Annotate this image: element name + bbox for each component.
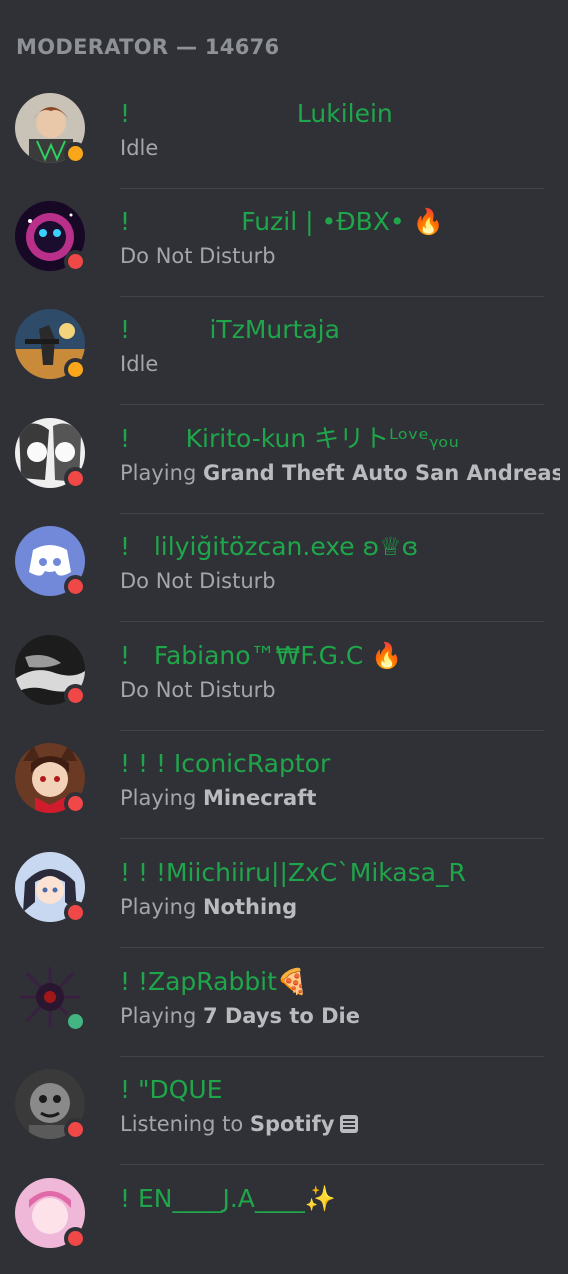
status-text: Playing [120, 461, 203, 485]
member-row[interactable]: ! Fabiano™₩F.G.C 🔥 Do Not Disturb [0, 623, 568, 731]
member-status: Idle [120, 133, 560, 163]
member-name: ! lilyiğitözcan.exe ʚ♕ɞ [120, 532, 419, 561]
member-status: Do Not Disturb [120, 566, 560, 596]
status-dnd-icon [64, 1227, 87, 1250]
status-dnd-icon [64, 684, 87, 707]
member-group-header: MODERATOR — 14676 [16, 35, 280, 59]
member-row[interactable]: ! ! !Miichiiru||ZxC`Mikasa_R Playing Not… [0, 840, 568, 948]
status-dnd-icon [64, 250, 87, 273]
member-status: Playing Minecraft [120, 783, 560, 813]
member-name: ! Lukilein [120, 99, 393, 128]
member-row[interactable]: ! Lukilein Idle [0, 81, 568, 189]
member-name: ! !ZapRabbit🍕 [120, 967, 309, 996]
activity-name: Nothing [202, 895, 298, 919]
divider [120, 621, 544, 622]
status-dnd-icon [64, 901, 87, 924]
status-online-icon [64, 1010, 87, 1033]
status-dnd-icon [64, 575, 87, 598]
activity-name: Grand Theft Auto San Andreas [202, 461, 560, 485]
member-name: ! ! !Miichiiru||ZxC`Mikasa_R [120, 858, 466, 887]
member-name: ! Fabiano™₩F.G.C 🔥 [120, 641, 403, 670]
member-status: Playing 7 Days to Die [120, 1001, 560, 1031]
member-name: ! EN____J.A____✨ [120, 1184, 337, 1213]
divider [120, 404, 544, 405]
member-row[interactable]: ! Kirito-kun キリトᴸᵒᵛᵉᵧₒᵤ Playing Grand Th… [0, 406, 568, 514]
member-name: ! iTzMurtaja [120, 315, 340, 344]
activity-name: 7 Days to Die [202, 1004, 360, 1028]
member-row[interactable]: ! lilyiğitözcan.exe ʚ♕ɞ Do Not Disturb [0, 514, 568, 622]
member-row[interactable]: ! "DQUE Listening to Spotify [0, 1057, 568, 1165]
member-row[interactable]: ! !ZapRabbit🍕 Playing 7 Days to Die [0, 949, 568, 1057]
member-status: Idle [120, 349, 560, 379]
member-status: Do Not Disturb [120, 241, 560, 271]
status-dnd-icon [64, 792, 87, 815]
member-row[interactable]: ! Fuzil | •ĐBX• 🔥 Do Not Disturb [0, 189, 568, 297]
status-text: Idle [120, 352, 159, 376]
member-row[interactable]: ! EN____J.A____✨ [0, 1166, 568, 1274]
member-name: ! Fuzil | •ĐBX• 🔥 [120, 207, 444, 236]
divider [120, 838, 544, 839]
document-icon [339, 1115, 358, 1133]
status-text: Playing [120, 895, 203, 919]
member-row[interactable]: ! iTzMurtaja Idle [0, 297, 568, 405]
member-status: Playing Nothing [120, 892, 560, 922]
status-dnd-icon [64, 467, 87, 490]
member-name: ! ! ! IconicRaptor [120, 749, 331, 778]
status-idle-icon [64, 358, 87, 381]
status-text: Do Not Disturb [120, 244, 276, 268]
status-text: Idle [120, 136, 159, 160]
status-text: Playing [120, 786, 203, 810]
member-status: Playing Grand Theft Auto San Andreas [120, 458, 560, 488]
activity-name: Spotify [249, 1112, 335, 1136]
divider [120, 947, 544, 948]
status-text: Do Not Disturb [120, 678, 276, 702]
status-idle-icon [64, 142, 87, 165]
member-row[interactable]: ! ! ! IconicRaptor Playing Minecraft [0, 731, 568, 839]
member-name: ! Kirito-kun キリトᴸᵒᵛᵉᵧₒᵤ [120, 424, 459, 453]
status-dnd-icon [64, 1118, 87, 1141]
member-status: Listening to Spotify [120, 1109, 560, 1139]
activity-name: Minecraft [202, 786, 317, 810]
divider [120, 1164, 544, 1165]
status-text: Do Not Disturb [120, 569, 276, 593]
status-text: Listening to [120, 1112, 250, 1136]
member-name: ! "DQUE [120, 1075, 223, 1104]
member-status: Do Not Disturb [120, 675, 560, 705]
status-text: Playing [120, 1004, 203, 1028]
